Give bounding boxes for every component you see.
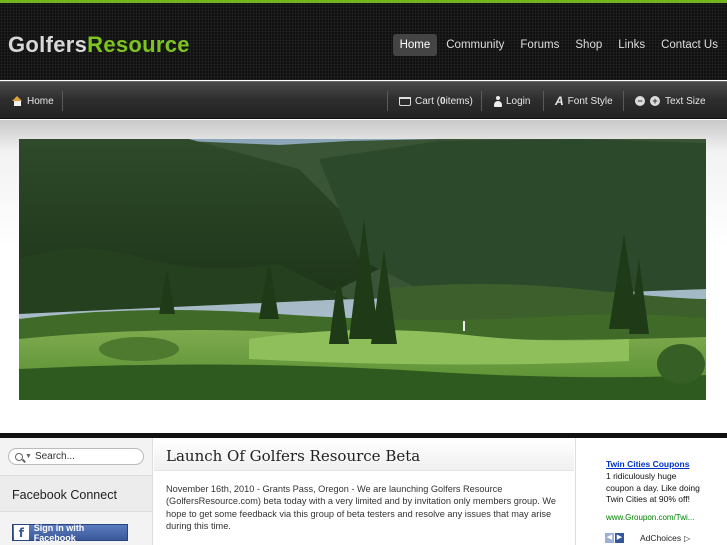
main-article: Launch Of Golfers Resource Beta November… <box>154 438 574 545</box>
nav-contact-us[interactable]: Contact Us <box>654 34 725 56</box>
toolbar-text-size: − + Text Size <box>635 82 706 120</box>
chevron-down-icon: ▼ <box>25 453 32 460</box>
login-label: Login <box>506 95 531 107</box>
nav-forums[interactable]: Forums <box>513 34 566 56</box>
ad-description: 1 ridiculously huge coupon a day. Like d… <box>606 471 700 504</box>
toolbar-cart-link[interactable]: Cart (0 items) <box>399 82 473 120</box>
adchoices-icon: ▷ <box>684 533 691 543</box>
logo-text-resource: Resource <box>87 32 190 57</box>
search-icon <box>15 452 23 461</box>
toolbar-divider <box>543 91 544 111</box>
toolbar-divider <box>481 91 482 111</box>
toolbar: Home Cart (0 items) Login A Font Style −… <box>0 81 727 119</box>
article-header: Launch Of Golfers Resource Beta <box>154 438 574 471</box>
search-input[interactable]: ▼ Search... <box>8 448 144 465</box>
main-nav: Home Community Forums Shop Links Contact… <box>392 34 727 56</box>
facebook-signin-button[interactable]: f Sign in with Facebook <box>12 522 128 543</box>
text-size-label: Text Size <box>665 95 706 107</box>
golf-course-illustration <box>19 139 706 400</box>
site-logo[interactable]: GolfersResource <box>8 32 190 58</box>
adchoices-link[interactable]: AdChoices ▷ <box>640 533 690 543</box>
ad-title-link[interactable]: Twin Cities Coupons <box>606 459 689 469</box>
nav-community[interactable]: Community <box>439 34 511 56</box>
ad-next-icon[interactable]: ▶ <box>615 533 624 543</box>
nav-links[interactable]: Links <box>611 34 652 56</box>
toolbar-divider <box>387 91 388 111</box>
cart-icon <box>399 96 411 106</box>
facebook-icon: f <box>14 525 29 540</box>
toolbar-font-style[interactable]: A Font Style <box>555 82 613 120</box>
article-body: November 16th, 2010 - Grants Pass, Orego… <box>166 484 556 531</box>
toolbar-home-label: Home <box>27 95 54 107</box>
nav-shop[interactable]: Shop <box>568 34 609 56</box>
text-increase-icon[interactable]: + <box>650 96 660 106</box>
ad-sidebar: Twin Cities Coupons 1 ridiculously huge … <box>575 438 727 545</box>
logo-text-golfers: Golfers <box>8 32 88 57</box>
toolbar-login-link[interactable]: Login <box>494 82 530 120</box>
toolbar-home-link[interactable]: Home <box>12 82 54 120</box>
banner-area <box>0 120 727 438</box>
user-icon <box>494 95 502 107</box>
font-style-icon: A <box>555 94 564 108</box>
cart-suffix: items) <box>445 95 473 107</box>
left-sidebar: ▼ Search... Facebook Connect f Sign in w… <box>0 438 153 545</box>
site-header: GolfersResource Home Community Forums Sh… <box>0 0 727 80</box>
adchoices-label: AdChoices <box>640 533 682 543</box>
ad-url[interactable]: www.Groupon.com/Twi... <box>606 513 694 522</box>
home-icon <box>12 96 23 106</box>
facebook-connect-panel: Facebook Connect <box>0 475 152 512</box>
font-style-label: Font Style <box>567 95 613 107</box>
toolbar-divider <box>62 91 63 111</box>
ad-navigation: ◀ ▶ <box>605 533 625 543</box>
nav-home[interactable]: Home <box>392 34 438 56</box>
facebook-signin-label: Sign in with Facebook <box>33 522 85 543</box>
toolbar-divider <box>623 91 624 111</box>
search-placeholder: Search... <box>34 451 75 462</box>
text-decrease-icon[interactable]: − <box>635 96 645 106</box>
golf-course-banner-image <box>19 139 706 400</box>
cart-prefix: Cart ( <box>415 95 440 107</box>
article-title[interactable]: Launch Of Golfers Resource Beta <box>166 447 420 465</box>
ad-prev-icon[interactable]: ◀ <box>605 533 614 543</box>
facebook-connect-heading: Facebook Connect <box>12 488 117 502</box>
